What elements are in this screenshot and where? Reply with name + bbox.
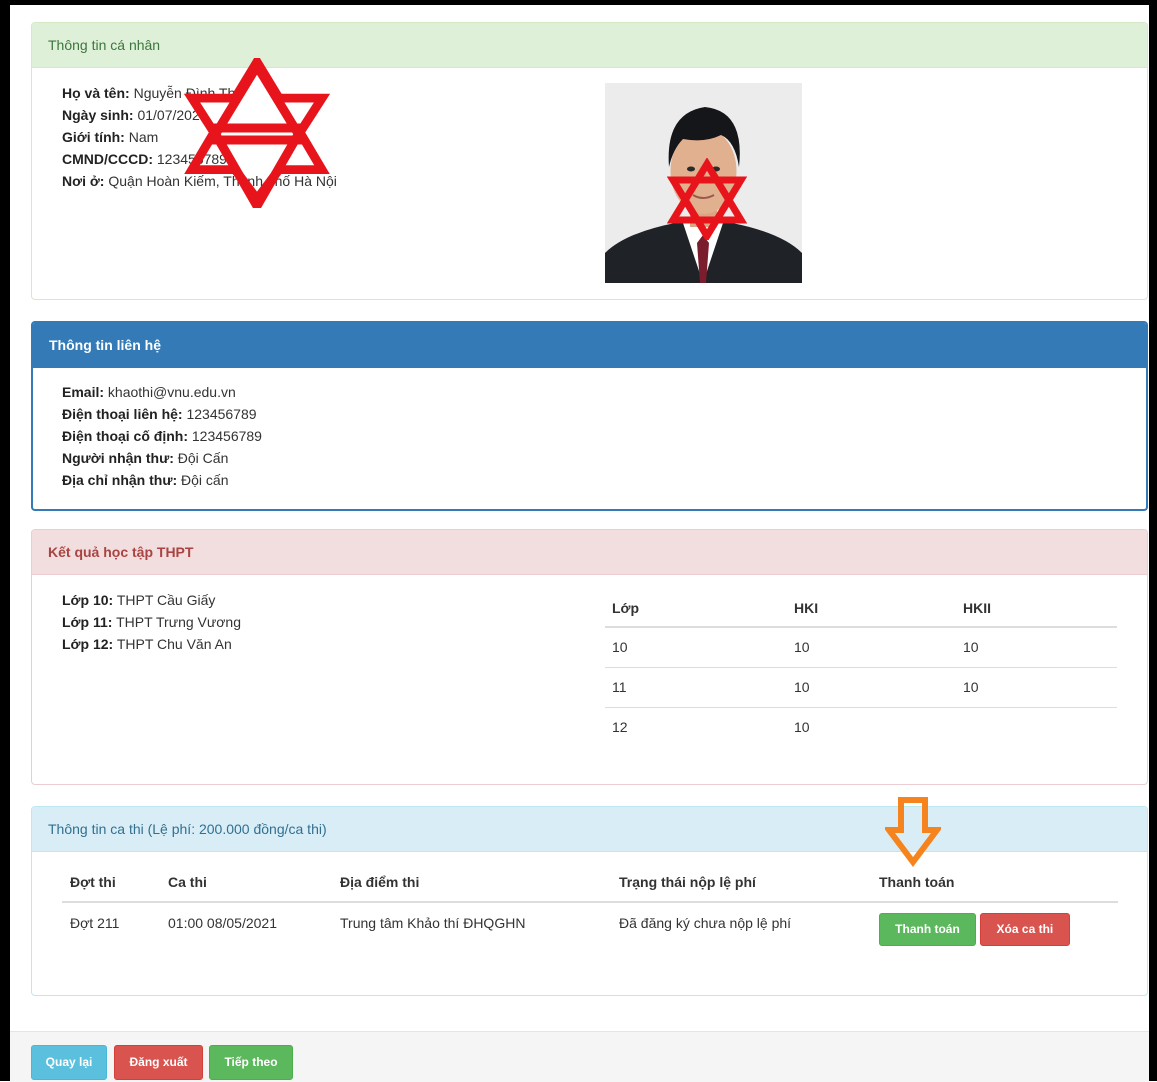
back-button[interactable]: Quay lại: [31, 1045, 107, 1080]
field-value: 123456789: [186, 406, 257, 422]
table-row: 12 10: [605, 707, 1117, 747]
footer-bar: Quay lại Đăng xuất Tiếp theo: [10, 1031, 1149, 1082]
window-border: [0, 0, 10, 1081]
delete-session-button[interactable]: Xóa ca thi: [979, 913, 1070, 946]
table-cell: 10: [956, 627, 1117, 668]
contact-info-body: Email: khaothi@vnu.edu.vn Điện thoại liê…: [33, 368, 1146, 508]
field-phone: Điện thoại liên hệ: 123456789: [62, 403, 262, 425]
table-cell: 10: [956, 667, 1117, 708]
column-header: Đợt thi: [62, 862, 160, 903]
school-label: Lớp 12:: [62, 636, 114, 652]
next-button[interactable]: Tiếp theo: [209, 1045, 293, 1080]
field-value: Đội cấn: [181, 472, 229, 488]
column-header: Lớp: [605, 589, 787, 628]
field-label: Điện thoại cố định:: [62, 428, 188, 444]
school-name: THPT Trưng Vương: [116, 614, 241, 630]
school-label: Lớp 10:: [62, 592, 114, 608]
table-cell: [956, 707, 1117, 747]
field-value: Nam: [128, 129, 159, 145]
school-item: Lớp 12: THPT Chu Văn An: [62, 633, 241, 655]
exam-table: Đợt thi Ca thi Địa điểm thi Trạng thái n…: [62, 862, 1118, 947]
contact-fields: Email: khaothi@vnu.edu.vn Điện thoại liê…: [62, 381, 262, 491]
table-cell: 10: [787, 627, 956, 668]
table-row: 11 10 10: [605, 667, 1117, 708]
academic-results-body: Lớp 10: THPT Cầu Giấy Lớp 11: THPT Trưng…: [32, 575, 1147, 784]
field-value: 123456789: [191, 428, 262, 444]
field-label: Nơi ở:: [62, 173, 105, 189]
column-header: HKII: [956, 589, 1117, 628]
contact-info-heading: Thông tin liên hệ: [33, 323, 1146, 368]
column-header: HKI: [787, 589, 956, 628]
school-label: Lớp 11:: [62, 614, 113, 630]
school-list: Lớp 10: THPT Cầu Giấy Lớp 11: THPT Trưng…: [62, 589, 241, 655]
table-cell: 12: [612, 719, 628, 736]
school-item: Lớp 10: THPT Cầu Giấy: [62, 589, 241, 611]
contact-info-panel: Thông tin liên hệ Email: khaothi@vnu.edu…: [31, 321, 1148, 511]
school-name: THPT Cầu Giấy: [116, 592, 216, 608]
field-value: khaothi@vnu.edu.vn: [107, 384, 236, 400]
field-landline: Điện thoại cố định: 123456789: [62, 425, 262, 447]
table-cell: 01:00 08/05/2021: [168, 915, 277, 931]
field-mailing-address: Địa chỉ nhận thư: Đội cấn: [62, 469, 262, 491]
column-header: Thanh toán: [871, 862, 1118, 903]
exam-session-body: Đợt thi Ca thi Địa điểm thi Trạng thái n…: [32, 852, 1147, 995]
field-label: Địa chỉ nhận thư:: [62, 472, 178, 488]
table-cell: 10: [794, 719, 810, 736]
field-label: CMND/CCCD:: [62, 151, 153, 167]
window-border: [1149, 0, 1157, 1081]
arrow-down-annotation-icon: [885, 797, 941, 867]
field-label: Người nhận thư:: [62, 450, 174, 466]
column-header: Địa điểm thi: [332, 862, 611, 903]
table-header-row: Lớp HKI HKII: [605, 589, 1117, 628]
field-label: Giới tính:: [62, 129, 125, 145]
table-header-row: Đợt thi Ca thi Địa điểm thi Trạng thái n…: [62, 862, 1118, 903]
star-annotation-icon: [667, 158, 747, 240]
academic-results-heading: Kết quả học tập THPT: [32, 530, 1147, 575]
table-cell: 10: [605, 627, 787, 668]
school-name: THPT Chu Văn An: [116, 636, 232, 652]
field-email: Email: khaothi@vnu.edu.vn: [62, 381, 262, 403]
table-row: 10 10 10: [605, 627, 1117, 668]
pay-button[interactable]: Thanh toán: [879, 913, 976, 946]
field-label: Ngày sinh:: [62, 107, 134, 123]
logout-button[interactable]: Đăng xuất: [114, 1045, 203, 1080]
field-label: Email:: [62, 384, 105, 400]
field-value: Đội Cấn: [177, 450, 229, 466]
column-header: Trạng thái nộp lệ phí: [611, 862, 871, 903]
exam-session-panel: Thông tin ca thi (Lệ phí: 200.000 đồng/c…: [31, 806, 1148, 996]
academic-results-panel: Kết quả học tập THPT Lớp 10: THPT Cầu Gi…: [31, 529, 1148, 785]
star-annotation-icon: [183, 58, 331, 208]
table-cell: Đã đăng ký chưa nộp lệ phí: [619, 915, 792, 931]
table-cell-actions: Thanh toán Xóa ca thi: [871, 902, 1118, 947]
personal-info-body: Họ và tên: Nguyễn Đình Thư Ngày sinh: 01…: [32, 58, 1147, 299]
table-cell: 10: [787, 667, 956, 708]
table-cell: Trung tâm Khảo thí ĐHQGHN: [340, 915, 526, 931]
field-label: Họ và tên:: [62, 85, 130, 101]
page-frame: Thông tin cá nhân Họ và tên: Nguyễn Đình…: [0, 0, 1157, 1082]
table-cell: 11: [605, 667, 787, 708]
table-cell: Đợt 211: [70, 915, 120, 931]
exam-session-heading: Thông tin ca thi (Lệ phí: 200.000 đồng/c…: [32, 807, 1147, 852]
school-item: Lớp 11: THPT Trưng Vương: [62, 611, 241, 633]
personal-info-panel: Thông tin cá nhân Họ và tên: Nguyễn Đình…: [31, 22, 1148, 300]
window-border: [0, 0, 1157, 5]
field-recipient: Người nhận thư: Đội Cấn: [62, 447, 262, 469]
column-header: Ca thi: [160, 862, 332, 903]
table-row: Đợt 211 01:00 08/05/2021 Trung tâm Khảo …: [62, 902, 1118, 947]
field-label: Điện thoại liên hệ:: [62, 406, 183, 422]
grades-table: Lớp HKI HKII 10 10 10 11 10 10 12 10: [605, 589, 1117, 747]
